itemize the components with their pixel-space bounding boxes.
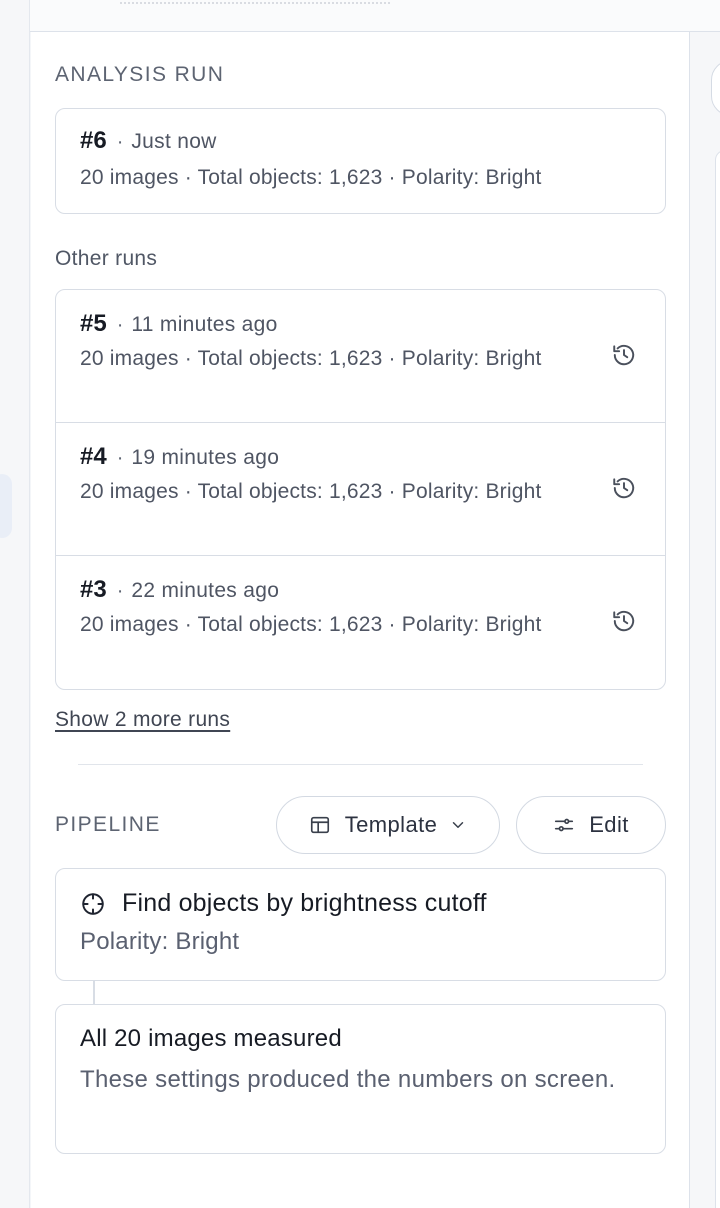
section-divider: [78, 764, 643, 765]
run-number: #6: [80, 127, 107, 154]
history-icon: [613, 477, 635, 499]
run-time: Just now: [131, 130, 217, 153]
restore-run-button[interactable]: [609, 340, 639, 370]
sidebar-tab-handle[interactable]: [0, 474, 12, 538]
sliders-icon: [553, 814, 575, 836]
step-subtitle: Polarity: Bright: [80, 928, 240, 955]
run-time: 19 minutes ago: [131, 446, 280, 469]
list-item-run-5[interactable]: #5 · 11 minutes ago 20 images · Total obje…: [56, 290, 665, 423]
edit-pipeline-button[interactable]: Edit: [516, 796, 666, 854]
top-toolbar-strip: [0, 0, 720, 32]
run-time: 22 minutes ago: [131, 579, 280, 602]
crosshair-icon: [80, 891, 106, 917]
run-meta: 20 images · Total objects: 1,623 · Polar…: [80, 480, 542, 503]
template-dropdown-button[interactable]: Template: [276, 796, 500, 854]
clipped-header-text: [120, 0, 390, 4]
separator-dot: ·: [116, 580, 124, 602]
left-sidebar-edge: [0, 0, 30, 1208]
separator-dot: ·: [116, 447, 124, 469]
restore-run-button[interactable]: [609, 473, 639, 503]
other-runs-list: #5 · 11 minutes ago 20 images · Total obje…: [55, 289, 666, 690]
run-number: #5: [80, 310, 107, 337]
list-item-run-4[interactable]: #4 · 19 minutes ago 20 images · Total obje…: [56, 423, 665, 556]
show-more-runs-link[interactable]: Show 2 more runs: [55, 708, 230, 732]
list-item-run-3[interactable]: #3 · 22 minutes ago 20 images · Total obje…: [56, 556, 665, 689]
history-icon: [613, 610, 635, 632]
summary-subtitle: These settings produced the numbers on s…: [80, 1066, 616, 1093]
summary-title: All 20 images measured: [80, 1025, 342, 1052]
current-run-card: #6 · Just now 20 images · Total objects: 1…: [55, 108, 666, 214]
run-details-panel: ANALYSIS RUN #6 · Just now 20 images · Tot…: [31, 32, 689, 1208]
run-meta: 20 images · Total objects: 1,623 · Polar…: [80, 347, 542, 370]
run-meta: 20 images · Total objects: 1,623 · Polar…: [80, 613, 542, 636]
pipeline-heading: PIPELINE: [55, 813, 161, 836]
run-number: #3: [80, 576, 107, 603]
analysis-run-heading: ANALYSIS RUN: [55, 63, 225, 86]
restore-run-button[interactable]: [609, 606, 639, 636]
app-window: ANALYSIS RUN #6 · Just now 20 images · Tot…: [0, 0, 720, 1208]
chevron-down-icon: [449, 816, 467, 834]
layout-template-icon: [309, 814, 331, 836]
pipeline-summary-card: All 20 images measured These settings pr…: [55, 1004, 666, 1154]
edit-label: Edit: [589, 812, 629, 837]
step-title: Find objects by brightness cutoff: [122, 889, 487, 917]
history-icon: [613, 344, 635, 366]
separator-dot: ·: [116, 314, 124, 336]
separator-dot: ·: [116, 131, 124, 153]
right-pane-edge: [689, 32, 720, 1208]
other-runs-heading: Other runs: [55, 247, 158, 270]
step-connector: [93, 981, 95, 1005]
run-time: 11 minutes ago: [131, 313, 278, 336]
right-pane-control[interactable]: [711, 60, 720, 116]
run-number: #4: [80, 443, 107, 470]
right-pane-card: [715, 150, 720, 1208]
pipeline-step-card[interactable]: Find objects by brightness cutoff Polari…: [55, 868, 666, 981]
template-label: Template: [344, 812, 438, 837]
run-meta: 20 images · Total objects: 1,623 · Polar…: [80, 166, 542, 189]
